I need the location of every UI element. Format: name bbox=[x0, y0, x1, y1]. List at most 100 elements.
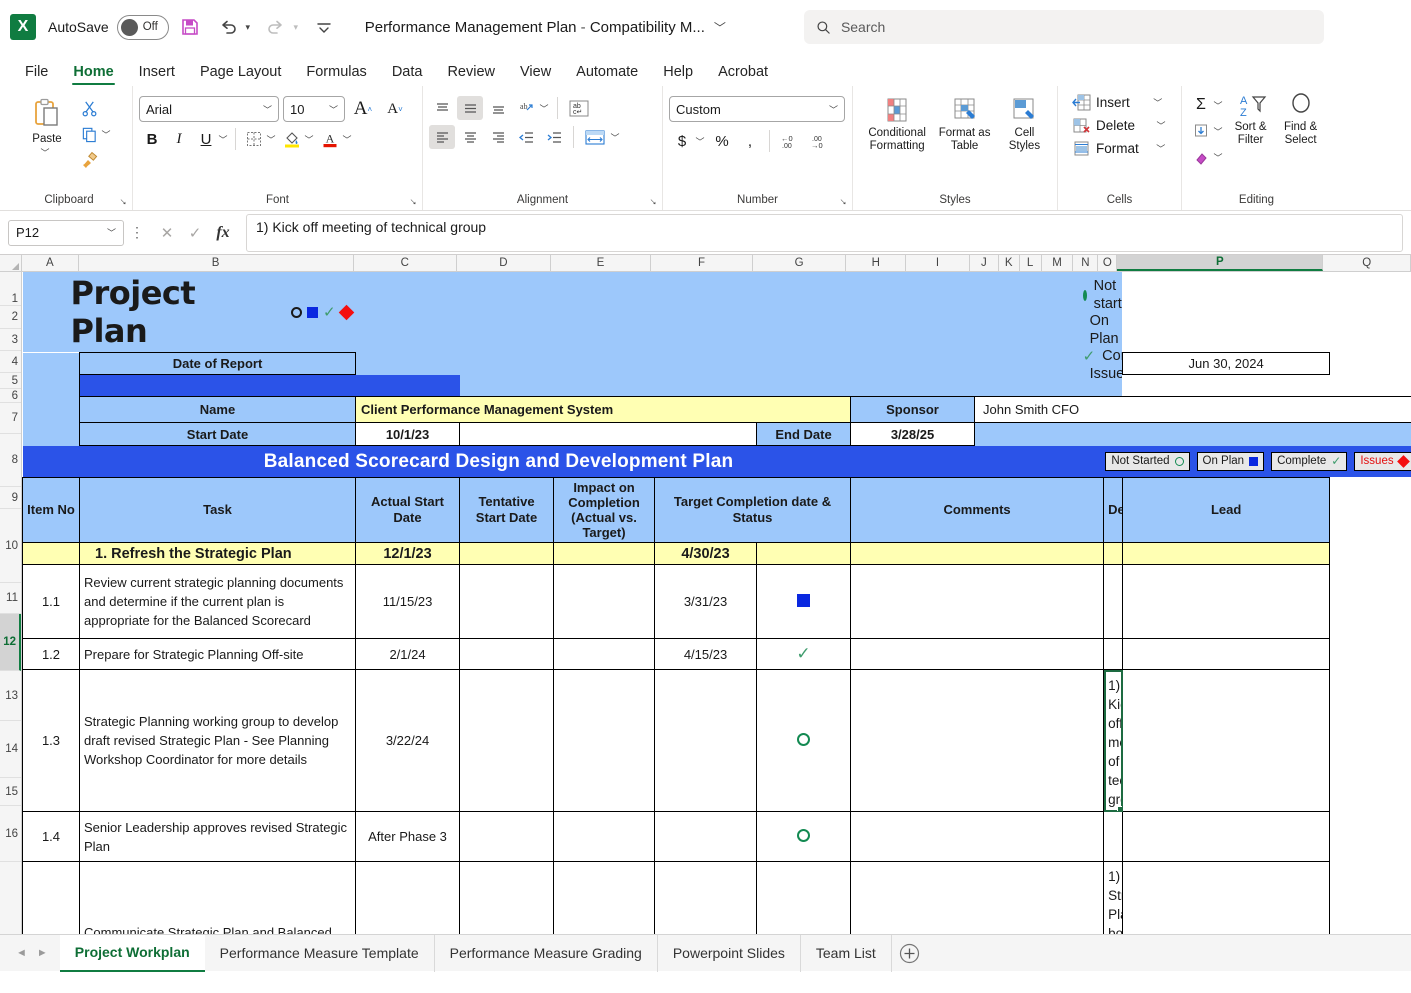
table-row[interactable]: 1.2 Prepare for Strategic Planning Off-s… bbox=[22, 638, 1411, 670]
title-dropdown-icon[interactable]: ﹀ bbox=[713, 19, 727, 36]
decrease-decimal-button[interactable]: .00 →0 bbox=[806, 129, 834, 153]
previous-sheet-icon[interactable]: ◄ bbox=[16, 947, 27, 959]
number-format-select[interactable]: Custom ﹀ bbox=[669, 96, 845, 122]
row-actual-start[interactable]: After Phase 3 bbox=[355, 861, 461, 934]
merge-and-center-button[interactable] bbox=[580, 125, 610, 149]
row-header-2[interactable]: 2 bbox=[0, 306, 21, 329]
increase-indent-button[interactable] bbox=[541, 125, 567, 149]
row-task[interactable]: Review current strategic planning docume… bbox=[78, 564, 357, 639]
row-status[interactable] bbox=[756, 669, 852, 812]
row-lead[interactable] bbox=[1122, 861, 1331, 934]
name-box-dropdown-icon[interactable]: ﹀ bbox=[107, 226, 116, 239]
row-lead[interactable] bbox=[1122, 542, 1331, 565]
row-comments[interactable] bbox=[850, 638, 1105, 670]
table-row[interactable]: 1.4 Senior Leadership approves revised S… bbox=[22, 811, 1411, 862]
row-item-no[interactable]: 1.1 bbox=[22, 564, 80, 639]
save-icon[interactable] bbox=[173, 10, 207, 44]
row-deliverables[interactable] bbox=[1103, 564, 1124, 639]
tab-help[interactable]: Help bbox=[652, 61, 704, 86]
row-impact[interactable] bbox=[553, 564, 656, 639]
bold-button[interactable]: B bbox=[139, 127, 165, 151]
row-header-3[interactable]: 3 bbox=[0, 329, 21, 351]
currency-dropdown-icon[interactable]: ﹀ bbox=[693, 135, 707, 148]
insert-function-icon[interactable]: fx bbox=[210, 224, 236, 242]
row-header-6[interactable]: 6 bbox=[0, 389, 21, 403]
sponsor-value[interactable]: John Smith CFO bbox=[974, 396, 1411, 423]
row-tentative-start[interactable] bbox=[459, 861, 555, 934]
date-of-report-value[interactable]: Jun 30, 2024 bbox=[1122, 352, 1331, 375]
row-header-15[interactable]: 15 bbox=[0, 778, 21, 806]
cut-button[interactable] bbox=[76, 96, 102, 120]
autosave-toggle[interactable]: Off bbox=[116, 14, 169, 40]
active-cell-deliverables[interactable]: 1) Kick off meeting of technical group bbox=[1103, 669, 1124, 812]
row-header-1[interactable]: 1 bbox=[0, 272, 21, 306]
table-header-impact[interactable]: Impact on Completion (Actual vs. Target) bbox=[553, 477, 656, 543]
formula-bar-overflow-icon[interactable]: ⋮ bbox=[130, 224, 144, 241]
paste-dropdown-icon[interactable]: ﹀ bbox=[38, 146, 52, 159]
row-tentative-start[interactable] bbox=[459, 564, 555, 639]
italic-button[interactable]: I bbox=[166, 127, 192, 151]
conditional-formatting-button[interactable]: Conditional Formatting bbox=[863, 94, 931, 153]
increase-decimal-button[interactable]: ←0.00 bbox=[776, 129, 804, 153]
sort-and-filter-button[interactable]: AZ Sort & Filter bbox=[1227, 90, 1274, 147]
tab-automate[interactable]: Automate bbox=[565, 61, 649, 86]
column-header-d[interactable]: D bbox=[457, 255, 551, 271]
column-header-o[interactable]: O bbox=[1098, 255, 1118, 271]
next-sheet-icon[interactable]: ► bbox=[37, 947, 48, 959]
start-date-label[interactable]: Start Date bbox=[78, 422, 357, 446]
cell-a3[interactable] bbox=[22, 352, 80, 375]
column-header-a[interactable]: A bbox=[21, 255, 79, 271]
date-of-report-label[interactable]: Date of Report bbox=[78, 352, 357, 375]
start-date-value[interactable]: 10/1/23 bbox=[355, 422, 461, 446]
cell-j6[interactable] bbox=[974, 422, 1411, 446]
table-header-actual-start[interactable]: Actual Start Date bbox=[355, 477, 461, 543]
column-header-k[interactable]: K bbox=[998, 255, 1020, 271]
row-task[interactable]: 1. Refresh the Strategic Plan bbox=[78, 542, 357, 565]
percent-style-button[interactable]: % bbox=[709, 129, 735, 153]
row-impact[interactable] bbox=[553, 542, 656, 565]
sheet-tab-performance-measure-grading[interactable]: Performance Measure Grading bbox=[435, 934, 658, 972]
column-header-q[interactable]: Q bbox=[1323, 255, 1411, 271]
column-header-h[interactable]: H bbox=[846, 255, 907, 271]
row-comments[interactable] bbox=[850, 811, 1105, 862]
column-header-l[interactable]: L bbox=[1019, 255, 1042, 271]
fill-color-dropdown-icon[interactable]: ﹀ bbox=[302, 133, 316, 146]
tab-view[interactable]: View bbox=[509, 61, 562, 86]
row-header-5[interactable]: 5 bbox=[0, 373, 21, 389]
cell-styles-button[interactable]: Cell Styles bbox=[998, 94, 1051, 153]
row-impact[interactable] bbox=[553, 811, 656, 862]
tab-acrobat[interactable]: Acrobat bbox=[707, 61, 779, 86]
tab-review[interactable]: Review bbox=[436, 61, 506, 86]
row-item-no[interactable]: 1.3 bbox=[22, 669, 80, 812]
currency-button[interactable]: $ bbox=[669, 129, 695, 153]
tab-home[interactable]: Home bbox=[62, 61, 124, 86]
table-row[interactable]: 1. Refresh the Strategic Plan 12/1/23 4/… bbox=[22, 542, 1411, 565]
cell-d6[interactable] bbox=[459, 422, 758, 446]
row-task[interactable]: Communicate Strategic Plan and Balanced … bbox=[78, 861, 357, 934]
row-comments[interactable] bbox=[850, 669, 1105, 812]
row-deliverables[interactable] bbox=[1103, 811, 1124, 862]
select-all-corner[interactable] bbox=[0, 255, 22, 271]
orientation-dropdown-icon[interactable]: ﹀ bbox=[537, 102, 551, 115]
font-size-select[interactable]: 10 ﹀ bbox=[283, 96, 345, 122]
delete-dropdown-icon[interactable]: ﹀ bbox=[1154, 119, 1168, 132]
table-row[interactable]: 1.1 Review current strategic planning do… bbox=[22, 564, 1411, 639]
copy-dropdown-icon[interactable]: ﹀ bbox=[99, 128, 113, 141]
tab-insert[interactable]: Insert bbox=[128, 61, 186, 86]
row-header-12[interactable]: 12 bbox=[0, 614, 21, 671]
row-header-4[interactable]: 4 bbox=[0, 351, 21, 373]
sheet-tab-team-list[interactable]: Team List bbox=[801, 934, 892, 972]
row-item-no[interactable]: 1.2 bbox=[22, 638, 80, 670]
column-header-b[interactable]: B bbox=[78, 255, 354, 271]
insert-dropdown-icon[interactable]: ﹀ bbox=[1151, 96, 1165, 109]
delete-cells-button[interactable]: Delete ﹀ bbox=[1072, 116, 1168, 135]
tab-file[interactable]: File bbox=[14, 61, 59, 86]
merge-dropdown-icon[interactable]: ﹀ bbox=[608, 131, 622, 144]
table-header-task[interactable]: Task bbox=[78, 477, 357, 543]
column-header-m[interactable]: M bbox=[1041, 255, 1074, 271]
search-input[interactable]: Search bbox=[803, 10, 1324, 44]
row-header-14[interactable]: 14 bbox=[0, 721, 21, 778]
table-header-item-no[interactable]: Item No bbox=[22, 477, 80, 543]
tab-page-layout[interactable]: Page Layout bbox=[189, 61, 292, 86]
table-row[interactable]: 1.3 Strategic Planning working group to … bbox=[22, 669, 1411, 812]
